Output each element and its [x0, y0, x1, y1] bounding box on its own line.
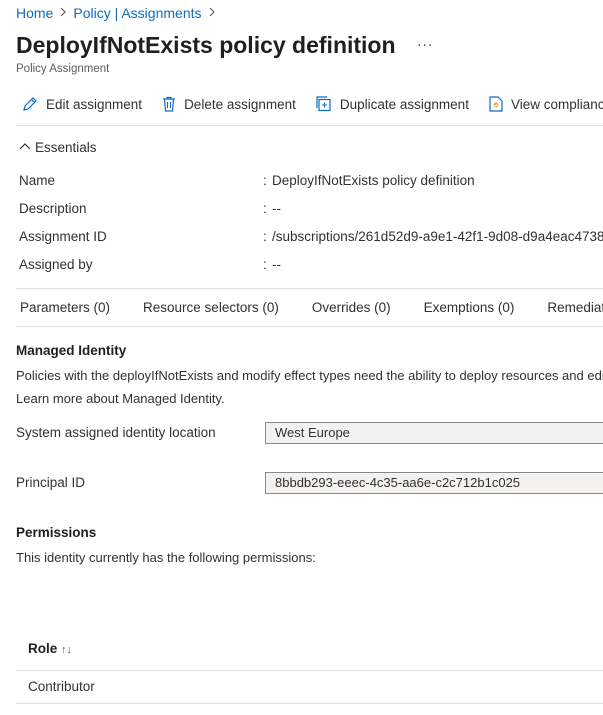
tab-exemptions[interactable]: Exemptions (0) [424, 300, 515, 315]
principal-id-field: 8bbdb293-eeec-4c35-aa6e-c2c712b1c025 [265, 472, 603, 494]
permissions-heading: Permissions [16, 525, 97, 540]
permissions-description: This identity currently has the followin… [16, 550, 316, 565]
breadcrumb-policy-assignments-link[interactable]: Policy | Assignments [73, 5, 201, 21]
pencil-icon [22, 96, 38, 112]
sort-icon: ↑↓ [61, 644, 73, 656]
learn-more-managed-identity-link[interactable]: Learn more about Managed Identity. [16, 391, 225, 406]
chevron-right-icon [59, 6, 67, 20]
separator-colon: : [263, 257, 267, 272]
principal-id-label: Principal ID [16, 475, 86, 490]
role-header-label: Role [28, 641, 58, 656]
role-cell: Contributor [28, 679, 95, 694]
essentials-label: Essentials [35, 140, 97, 155]
essentials-description-label: Description [19, 201, 87, 216]
separator-colon: : [263, 173, 267, 188]
view-compliance-label: View compliance [510, 96, 603, 112]
table-row: Contributor [16, 679, 603, 694]
managed-identity-heading: Managed Identity [16, 343, 127, 358]
chevron-right-icon [208, 6, 216, 20]
toolbar-divider [16, 125, 603, 126]
tab-overrides[interactable]: Overrides (0) [312, 300, 391, 315]
table-header-divider [16, 670, 603, 671]
page-subtitle: Policy Assignment [16, 63, 110, 75]
breadcrumb: Home Policy | Assignments [16, 5, 216, 21]
essentials-name-label: Name [19, 173, 56, 188]
breadcrumb-home-link[interactable]: Home [16, 5, 53, 21]
more-options-icon[interactable]: ... [417, 33, 433, 51]
essentials-assigned-by-value: -- [272, 257, 281, 272]
tab-parameters[interactable]: Parameters (0) [20, 300, 110, 315]
delete-assignment-button[interactable]: Delete assignment [156, 94, 302, 114]
delete-assignment-label: Delete assignment [184, 96, 296, 112]
chevron-up-icon [19, 140, 31, 155]
essentials-assignment-id-value: /subscriptions/261d52d9-a9e1-42f1-9d08-d… [272, 229, 603, 244]
compliance-report-icon [489, 96, 503, 112]
tab-remediation[interactable]: Remediation [547, 300, 603, 315]
essentials-divider [16, 288, 603, 289]
page-title: DeployIfNotExists policy definition [16, 32, 396, 58]
tab-strip: Parameters (0) Resource selectors (0) Ov… [20, 300, 603, 315]
duplicate-assignment-label: Duplicate assignment [339, 96, 469, 112]
separator-colon: : [263, 229, 267, 244]
role-column-header[interactable]: Role ↑↓ [16, 641, 603, 656]
table-row-divider [16, 703, 603, 704]
tab-resource-selectors[interactable]: Resource selectors (0) [143, 300, 279, 315]
duplicate-icon [316, 96, 332, 112]
duplicate-assignment-button[interactable]: Duplicate assignment [310, 94, 475, 114]
command-bar: Edit assignment Delete assignment Duplic… [16, 94, 603, 114]
tabs-divider [16, 326, 603, 327]
essentials-toggle[interactable]: Essentials [19, 140, 97, 155]
edit-assignment-label: Edit assignment [46, 96, 143, 112]
separator-colon: : [263, 201, 267, 216]
managed-identity-description: Policies with the deployIfNotExists and … [16, 368, 603, 383]
trash-icon [162, 96, 176, 112]
essentials-assignment-id-label: Assignment ID [19, 229, 107, 244]
essentials-description-value: -- [272, 201, 281, 216]
essentials-name-value: DeployIfNotExists policy definition [272, 173, 475, 188]
identity-location-label: System assigned identity location [16, 425, 216, 440]
edit-assignment-button[interactable]: Edit assignment [16, 94, 148, 114]
view-compliance-button[interactable]: View compliance [483, 94, 603, 114]
essentials-assigned-by-label: Assigned by [19, 257, 93, 272]
identity-location-field: West Europe [265, 422, 603, 444]
